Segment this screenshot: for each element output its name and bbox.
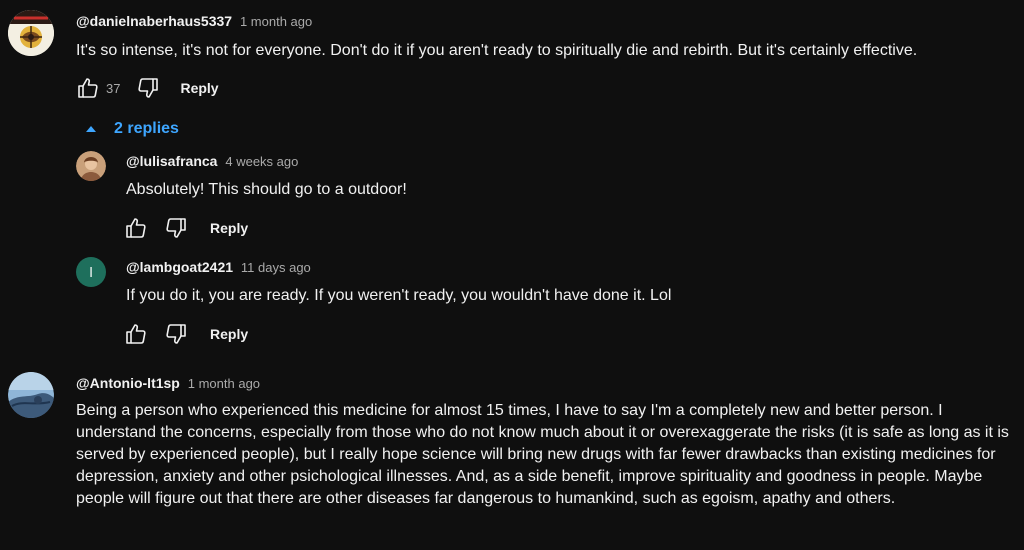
comment-author[interactable]: @lulisafranca [126, 153, 217, 169]
comment-author[interactable]: @danielnaberhaus5337 [76, 13, 232, 29]
like-icon[interactable] [124, 216, 148, 240]
like-count: 37 [106, 80, 121, 96]
comment-header: @Antonio-lt1sp 1 month ago [76, 375, 260, 391]
comment-header: @lulisafranca 4 weeks ago [126, 153, 298, 169]
like-icon[interactable] [76, 76, 100, 100]
comment-text: If you do it, you are ready. If you were… [126, 287, 672, 304]
comment-header: @lambgoat2421 11 days ago [126, 259, 311, 275]
chevron-up-icon [86, 126, 96, 132]
avatar[interactable] [76, 151, 106, 181]
comment-header: @danielnaberhaus5337 1 month ago [76, 13, 312, 29]
avatar[interactable] [8, 372, 54, 418]
reply-button[interactable]: Reply [180, 80, 218, 96]
comment-author[interactable]: @Antonio-lt1sp [76, 375, 180, 391]
comment-time[interactable]: 1 month ago [188, 376, 260, 391]
comment-actions: Reply [124, 216, 248, 240]
replies-toggle-label: 2 replies [114, 120, 179, 137]
avatar[interactable]: l [76, 257, 106, 287]
reply-button[interactable]: Reply [210, 220, 248, 236]
avatar[interactable] [8, 10, 54, 56]
comment-actions: Reply [124, 322, 248, 346]
replies-toggle-button[interactable]: 2 replies [84, 118, 179, 140]
comment-time[interactable]: 11 days ago [241, 260, 311, 275]
dislike-icon[interactable] [164, 322, 188, 346]
comment-text: Absolutely! This should go to a outdoor! [126, 181, 407, 198]
comment-author[interactable]: @lambgoat2421 [126, 259, 233, 275]
avatar-letter: l [89, 264, 93, 280]
comment-time[interactable]: 1 month ago [240, 14, 312, 29]
reply-button[interactable]: Reply [210, 326, 248, 342]
like-icon[interactable] [124, 322, 148, 346]
comment-text: It's so intense, it's not for everyone. … [76, 42, 918, 59]
comment-actions: 37 Reply [76, 76, 219, 100]
comment-text: Being a person who experienced this medi… [76, 402, 1009, 507]
comment-time[interactable]: 4 weeks ago [225, 154, 298, 169]
dislike-icon[interactable] [164, 216, 188, 240]
dislike-icon[interactable] [136, 76, 160, 100]
